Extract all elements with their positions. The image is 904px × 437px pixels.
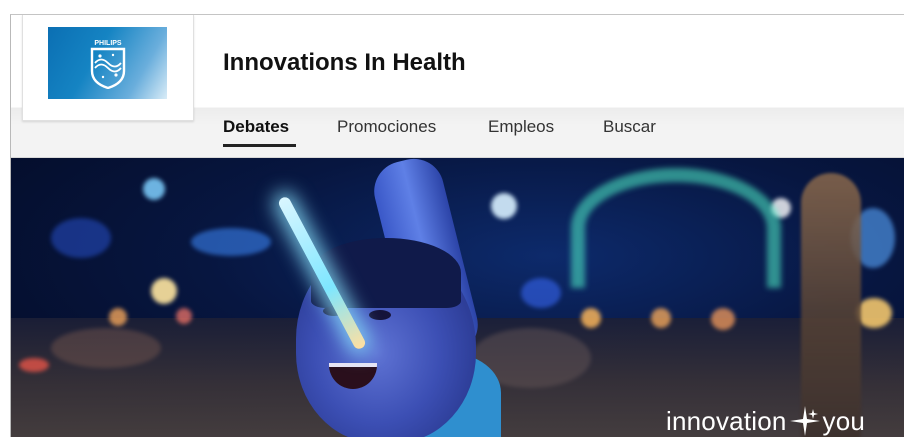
- company-name: Innovations In Health: [223, 49, 466, 76]
- bokeh-light: [856, 298, 892, 328]
- background-person: [801, 173, 861, 437]
- company-logo[interactable]: PHILIPS: [48, 27, 167, 99]
- tab-promociones[interactable]: Promociones: [337, 115, 453, 147]
- bokeh-light: [19, 358, 49, 372]
- company-tabs: Debates Promociones Empleos Buscar: [223, 115, 663, 147]
- bokeh-light: [109, 308, 127, 326]
- bokeh-light: [711, 308, 735, 330]
- tab-label: Promociones: [337, 117, 437, 136]
- bokeh-light: [51, 328, 161, 368]
- bokeh-light: [51, 218, 111, 258]
- cover-banner-image: innovation you: [11, 158, 904, 437]
- bokeh-light: [151, 278, 177, 304]
- glow-arc: [571, 168, 781, 288]
- sparkle-plus-icon: [789, 406, 820, 436]
- tagline-you: you: [822, 405, 866, 436]
- tab-buscar[interactable]: Buscar: [603, 115, 663, 147]
- bokeh-light: [581, 308, 601, 328]
- tab-label: Debates: [223, 117, 290, 136]
- logo-wordmark: PHILIPS: [94, 40, 122, 47]
- tab-label: Buscar: [603, 117, 656, 136]
- bokeh-light: [191, 228, 271, 256]
- bokeh-light: [143, 178, 165, 200]
- bokeh-light: [176, 308, 192, 324]
- tagline-innovation: innovation: [666, 405, 787, 436]
- philips-shield-icon: PHILIPS: [90, 40, 126, 89]
- brand-tagline: innovation you: [666, 405, 865, 437]
- child-eye: [369, 310, 391, 320]
- tab-debates[interactable]: Debates: [223, 115, 296, 147]
- tab-label: Empleos: [488, 117, 555, 136]
- bokeh-light: [521, 278, 561, 308]
- tab-empleos[interactable]: Empleos: [488, 115, 563, 147]
- bokeh-light: [491, 193, 517, 219]
- bokeh-light: [651, 308, 671, 328]
- company-logo-card[interactable]: PHILIPS: [22, 15, 194, 121]
- company-page: PHILIPS Innovations In Health Debates Pr…: [10, 14, 904, 437]
- company-header: PHILIPS Innovations In Health Debates Pr…: [11, 15, 904, 158]
